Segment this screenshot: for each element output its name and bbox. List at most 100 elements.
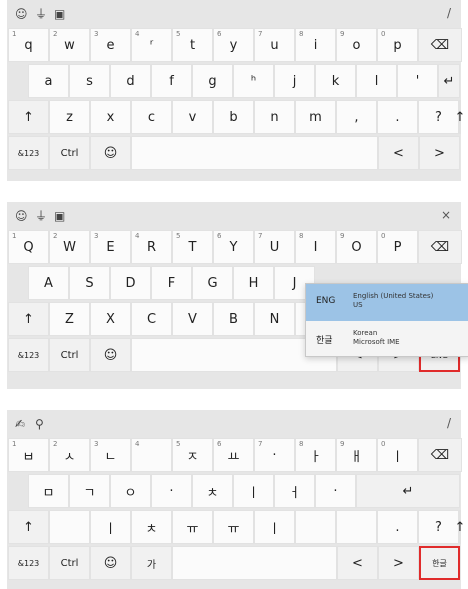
collapse-icon[interactable]: / <box>447 6 451 20</box>
emoji-icon[interactable]: ☺ <box>15 208 28 224</box>
symbols-key[interactable]: &123 <box>8 546 49 580</box>
shift-right-key[interactable]: ↑ <box>455 510 465 544</box>
emoji-key[interactable]: ☺ <box>90 338 131 372</box>
key-X[interactable]: X <box>90 302 131 336</box>
handwriting-icon[interactable]: ✍ <box>15 416 25 432</box>
key-w[interactable]: 2w <box>49 28 90 62</box>
cursor-left-key[interactable]: < <box>337 546 378 580</box>
language-key[interactable]: 한글 <box>419 546 460 580</box>
cursor-right-key[interactable]: > <box>378 546 419 580</box>
mic-icon[interactable]: ⏚ <box>35 6 47 22</box>
key-c[interactable]: c <box>131 100 172 134</box>
key-Q[interactable]: 1Q <box>8 230 49 264</box>
key-ㅏ[interactable]: 8ㅏ <box>295 438 336 472</box>
emoji-key[interactable]: ☺ <box>90 136 131 170</box>
key-D[interactable]: D <box>110 266 151 300</box>
key-ㅊ[interactable]: ㅊ <box>131 510 172 544</box>
key-a[interactable]: a <box>28 64 69 98</box>
key-blank[interactable]: 4 <box>131 438 172 472</box>
key-l[interactable]: l <box>356 64 397 98</box>
key-i[interactable]: 8i <box>295 28 336 62</box>
key-y[interactable]: 6y <box>213 28 254 62</box>
key-ㅠ[interactable]: ㅠ <box>172 510 213 544</box>
key-A[interactable]: A <box>28 266 69 300</box>
key-ㅐ[interactable]: 9ㅐ <box>336 438 377 472</box>
key-.[interactable]: . <box>377 510 418 544</box>
key-H[interactable]: H <box>233 266 274 300</box>
key-ㅁ[interactable]: ㅁ <box>28 474 69 508</box>
emoji-key[interactable]: ☺ <box>90 546 131 580</box>
key-·[interactable]: · <box>315 474 356 508</box>
clipboard-icon[interactable]: ▣ <box>54 208 65 224</box>
shift-key[interactable]: ↑ <box>8 100 49 134</box>
key-O[interactable]: 9O <box>336 230 377 264</box>
key-x[interactable]: x <box>90 100 131 134</box>
key-C[interactable]: C <box>131 302 172 336</box>
key-ㄱ[interactable]: ㄱ <box>69 474 110 508</box>
key-·[interactable]: 7 · <box>254 438 295 472</box>
hangul-key[interactable]: 가 <box>131 546 172 580</box>
key-E[interactable]: 3E <box>90 230 131 264</box>
key-ㅠ[interactable]: ㅠ <box>213 510 254 544</box>
key-U[interactable]: 7U <box>254 230 295 264</box>
key-S[interactable]: S <box>69 266 110 300</box>
collapse-icon[interactable]: / <box>447 416 451 430</box>
mic-icon[interactable]: ⏚ <box>35 208 47 224</box>
key-k[interactable]: k <box>315 64 356 98</box>
key-ㅂ[interactable]: 1ㅂ <box>8 438 49 472</box>
key-.[interactable]: . <box>377 100 418 134</box>
key-u[interactable]: 7u <box>254 28 295 62</box>
key-V[interactable]: V <box>172 302 213 336</box>
shift-right-key[interactable]: ↑ <box>455 100 465 134</box>
key-N[interactable]: N <box>254 302 295 336</box>
key-B[interactable]: B <box>213 302 254 336</box>
key-b[interactable]: b <box>213 100 254 134</box>
key-ㅣ[interactable]: 0ㅣ <box>377 438 418 472</box>
key-j[interactable]: j <box>274 64 315 98</box>
key-z[interactable]: z <box>49 100 90 134</box>
cursor-left-key[interactable]: < <box>378 136 419 170</box>
key-·[interactable]: · <box>151 474 192 508</box>
key-'[interactable]: ' <box>397 64 438 98</box>
shift-key[interactable]: ↑ <box>8 510 49 544</box>
key-F[interactable]: F <box>151 266 192 300</box>
language-option-korean[interactable]: 한글 Korean Microsoft IME <box>306 321 468 358</box>
key-ㅣ[interactable]: ㅣ <box>254 510 295 544</box>
key-blank[interactable] <box>295 510 336 544</box>
cursor-right-key[interactable]: > <box>419 136 460 170</box>
key-R[interactable]: 4R <box>131 230 172 264</box>
key-blank[interactable] <box>49 510 90 544</box>
key-n[interactable]: n <box>254 100 295 134</box>
key-f[interactable]: f <box>151 64 192 98</box>
enter-key[interactable]: ↵ <box>438 64 460 98</box>
key-t[interactable]: 5t <box>172 28 213 62</box>
key-g[interactable]: g <box>192 64 233 98</box>
backspace-key[interactable]: ⌫ <box>418 28 462 62</box>
key-ㄴ[interactable]: 3ㄴ <box>90 438 131 472</box>
key-q[interactable]: 1q <box>8 28 49 62</box>
key-ㅈ[interactable]: 5ㅈ <box>172 438 213 472</box>
language-option-english[interactable]: ENG English (United States) US <box>306 284 468 321</box>
key-Z[interactable]: Z <box>49 302 90 336</box>
key-I[interactable]: 8I <box>295 230 336 264</box>
key-p[interactable]: 0p <box>377 28 418 62</box>
key-ʳ[interactable]: 4ʳ <box>131 28 172 62</box>
key-Y[interactable]: 6Y <box>213 230 254 264</box>
key-P[interactable]: 0P <box>377 230 418 264</box>
key-ʰ[interactable]: ʰ <box>233 64 274 98</box>
key-?[interactable]: ? <box>418 510 459 544</box>
space-bar[interactable] <box>131 136 378 170</box>
enter-key[interactable]: ↵ <box>356 474 460 508</box>
key-ㅣ[interactable]: ㅣ <box>90 510 131 544</box>
key-W[interactable]: 2W <box>49 230 90 264</box>
ctrl-key[interactable]: Ctrl <box>49 136 90 170</box>
pin-icon[interactable]: ⚲ <box>35 416 44 432</box>
backspace-key[interactable]: ⌫ <box>418 230 462 264</box>
key-ㅅ[interactable]: 2ㅅ <box>49 438 90 472</box>
key-v[interactable]: v <box>172 100 213 134</box>
key-blank[interactable] <box>336 510 377 544</box>
ctrl-key[interactable]: Ctrl <box>49 546 90 580</box>
key-ㅣ[interactable]: ㅣ <box>233 474 274 508</box>
key-ㅇ[interactable]: ㅇ <box>110 474 151 508</box>
key-d[interactable]: d <box>110 64 151 98</box>
